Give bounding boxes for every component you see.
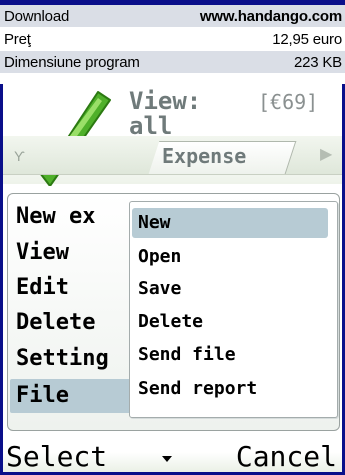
submenu-item-send-file[interactable]: Send file — [138, 340, 236, 370]
info-value-link[interactable]: www.handango.com — [200, 8, 342, 25]
info-label: Download — [4, 7, 70, 25]
info-row-size: Dimensiune program 223 KB — [0, 51, 345, 74]
submenu-item-open[interactable]: Open — [138, 242, 181, 272]
info-row-download: Download www.handango.com — [0, 5, 345, 28]
menu-item-new-expense[interactable]: New ex — [16, 200, 95, 234]
submenu-item-send-report[interactable]: Send report — [138, 374, 257, 404]
frame-border-left — [0, 84, 3, 475]
arrow-right-icon[interactable]: ▶ — [320, 144, 332, 164]
view-title: View: — [129, 87, 202, 115]
submenu-item-delete[interactable]: Delete — [138, 307, 203, 337]
tab-expense-label[interactable]: Expense — [162, 144, 246, 168]
amount-indicator: [€69] — [258, 90, 319, 114]
scroll-down-icon — [162, 456, 172, 462]
info-row-price: Preţ 12,95 euro — [0, 28, 345, 51]
submenu-item-new[interactable]: New — [132, 208, 328, 238]
cancel-softkey[interactable]: Cancel — [236, 439, 337, 475]
info-label: Preţ — [4, 30, 31, 48]
menu-item-settings[interactable]: Setting — [16, 342, 109, 376]
info-value: 223 KB — [293, 53, 342, 71]
menu-item-edit[interactable]: Edit — [16, 271, 69, 305]
menu-item-view[interactable]: View — [16, 236, 69, 270]
submenu-item-save[interactable]: Save — [138, 274, 181, 304]
file-submenu: New Open Save Delete Send file Send repo… — [129, 201, 338, 418]
menu-item-delete[interactable]: Delete — [16, 306, 95, 340]
info-label: Dimensiune program — [4, 53, 140, 71]
select-softkey[interactable]: Select — [6, 439, 107, 475]
menu-item-file[interactable]: File — [10, 379, 136, 413]
phone-screen: View: all [€69] ϒ Expense ▶ New ex View … — [0, 84, 345, 475]
info-value: 12,95 euro — [272, 30, 342, 48]
info-table: Download www.handango.com Preţ 12,95 eur… — [0, 0, 345, 74]
signal-icon: ϒ — [14, 148, 25, 164]
